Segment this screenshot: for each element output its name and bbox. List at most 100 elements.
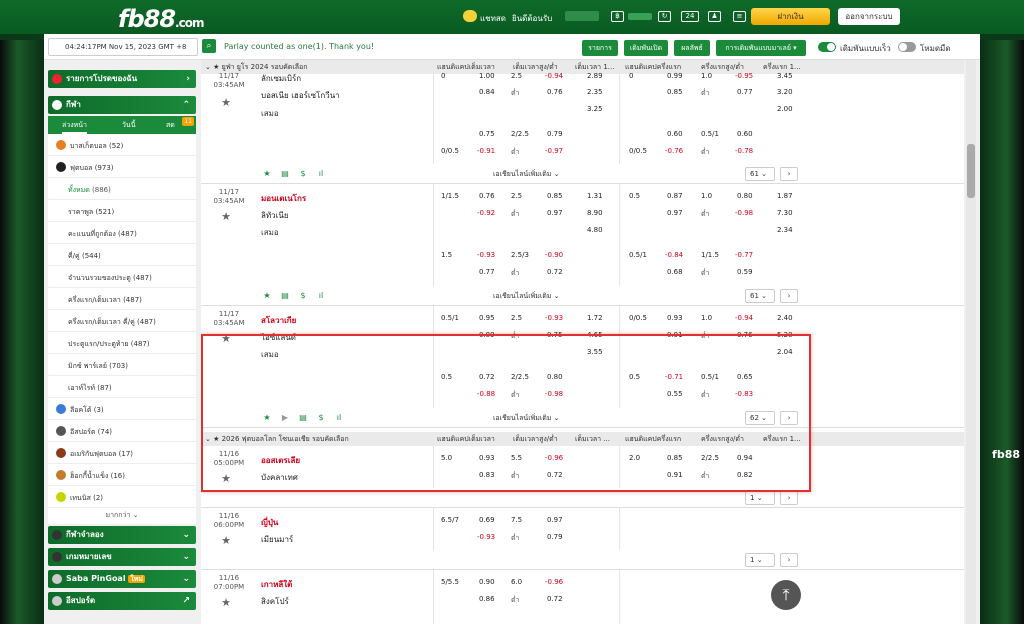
- odds-cell[interactable]: 4.80: [587, 226, 603, 234]
- odds-cell[interactable]: 0.80: [737, 192, 753, 200]
- expand-arrow[interactable]: ›: [780, 491, 798, 505]
- away-team[interactable]: ลิทัวเนีย: [261, 209, 289, 222]
- home-team[interactable]: เกาหลีใต้: [261, 578, 292, 591]
- odds-cell[interactable]: -0.90: [545, 251, 563, 259]
- more-markets-select[interactable]: 61 ⌄: [745, 167, 775, 181]
- odds-cell[interactable]: 0.76: [737, 331, 753, 339]
- odds-cell[interactable]: 0.60: [737, 130, 753, 138]
- tab-early[interactable]: ล่วงหน้า: [62, 116, 87, 134]
- rules-button[interactable]: รายการ: [582, 40, 618, 56]
- wallet-icon[interactable]: ฿: [611, 11, 624, 22]
- odds-cell[interactable]: -0.96: [545, 578, 563, 586]
- odds-cell[interactable]: 0.91: [667, 471, 683, 479]
- favorite-star-icon[interactable]: ★: [219, 332, 233, 345]
- odds-cell[interactable]: 0.75: [479, 130, 495, 138]
- 24h-icon[interactable]: 24: [681, 11, 699, 22]
- odds-cell[interactable]: 0.97: [547, 209, 563, 217]
- home-team[interactable]: ออสเตรเลีย: [261, 454, 300, 467]
- odds-cell[interactable]: 0.77: [479, 268, 495, 276]
- odds-cell[interactable]: 3.45: [777, 72, 793, 80]
- away-team[interactable]: สิงคโปร์: [261, 595, 289, 608]
- odds-cell[interactable]: 4.65: [587, 331, 603, 339]
- odds-cell[interactable]: 0.72: [547, 268, 563, 276]
- home-team[interactable]: สโลวาเกีย: [261, 314, 296, 327]
- home-team[interactable]: ลักเซมเบิร์ก: [261, 72, 301, 85]
- odds-cell[interactable]: 0.97: [547, 516, 563, 524]
- odds-cell[interactable]: 2.34: [777, 226, 793, 234]
- home-team[interactable]: ญี่ปุ่น: [261, 516, 278, 529]
- favorite-star-icon[interactable]: ★: [219, 96, 233, 109]
- sidebar-favorites[interactable]: รายการโปรดของฉัน ›: [48, 70, 196, 88]
- sport-football[interactable]: ฟุตบอล (973): [48, 158, 196, 178]
- odds-cell[interactable]: 3.20: [777, 88, 793, 96]
- away-team[interactable]: บังคลาเทศ: [261, 471, 298, 484]
- chart-icon[interactable]: ıl: [333, 412, 345, 424]
- scrollbar-thumb[interactable]: [967, 144, 975, 198]
- odds-cell[interactable]: -0.84: [665, 251, 683, 259]
- sport-basketball[interactable]: บาสเก็ตบอล (52): [48, 136, 196, 156]
- dark-mode-toggle[interactable]: [898, 42, 916, 52]
- expand-arrow[interactable]: ›: [780, 289, 798, 303]
- odds-cell[interactable]: -0.93: [477, 251, 495, 259]
- odds-cell[interactable]: -0.97: [545, 147, 563, 155]
- league-header[interactable]: ⌄ ★ 2026 ฟุตบอลโลก โซนเอเชีย รอบคัดเลือก…: [201, 432, 964, 446]
- odds-cell[interactable]: 0.91: [667, 331, 683, 339]
- dollar-icon[interactable]: $: [297, 290, 309, 302]
- refresh-icon[interactable]: ↻: [658, 11, 671, 22]
- odds-cell[interactable]: 0.85: [547, 192, 563, 200]
- odds-cell[interactable]: 0.72: [479, 373, 495, 381]
- sport-lotto[interactable]: ลีอคโต้ (3): [48, 400, 196, 420]
- open-bets-button[interactable]: เดิมพันเปิด: [624, 40, 668, 56]
- odds-cell[interactable]: 0.80: [547, 373, 563, 381]
- market-ht-ft-oe[interactable]: ครึ่งแรก/เต็มเวลา คี่/คู่ (487): [48, 312, 196, 332]
- favorite-star-icon[interactable]: ★: [219, 210, 233, 223]
- odds-cell[interactable]: -0.91: [477, 147, 495, 155]
- odds-cell[interactable]: 2.89: [587, 72, 603, 80]
- market-outright[interactable]: เอาท์ไรท์ (87): [48, 378, 196, 398]
- market-odd-even[interactable]: คี่/คู่ (544): [48, 246, 196, 266]
- deposit-button[interactable]: ฝากเงิน: [751, 8, 830, 25]
- sidebar-saba-pingoal[interactable]: Saba PinGoal ใหม่ ⌄: [48, 570, 196, 588]
- odds-cell[interactable]: 0.60: [667, 130, 683, 138]
- home-team[interactable]: มอนเตเนโกร: [261, 192, 306, 205]
- sidebar-esports-link[interactable]: อีสปอร์ต ↗: [48, 592, 196, 610]
- away-team[interactable]: บอสเนีย เฮอร์เซโกวีนา: [261, 89, 340, 102]
- odds-cell[interactable]: -0.94: [735, 314, 753, 322]
- odds-cell[interactable]: 0.89: [479, 331, 495, 339]
- odds-cell[interactable]: 0.68: [667, 268, 683, 276]
- odds-cell[interactable]: -0.92: [477, 209, 495, 217]
- sidebar-virtual-sports[interactable]: กีฬาจำลอง ⌄: [48, 526, 196, 544]
- market-first-last-goal[interactable]: ประตูแรก/ประตูท้าย (487): [48, 334, 196, 354]
- odds-cell[interactable]: -0.77: [735, 251, 753, 259]
- stats-icon[interactable]: ▤: [279, 290, 291, 302]
- logout-button[interactable]: ออกจากระบบ: [838, 8, 900, 25]
- back-to-top-button[interactable]: ⤒: [771, 580, 801, 610]
- play-icon[interactable]: ▶: [279, 412, 291, 424]
- search-icon[interactable]: ⌕: [202, 39, 216, 53]
- odds-cell[interactable]: 0.55: [667, 390, 683, 398]
- expand-arrow[interactable]: ›: [780, 167, 798, 181]
- odds-cell[interactable]: -0.93: [545, 314, 563, 322]
- odds-cell[interactable]: 0.99: [667, 72, 683, 80]
- odds-cell[interactable]: 8.90: [587, 209, 603, 217]
- market-correct-score[interactable]: คะแนนที่ถูกต้อง (487): [48, 224, 196, 244]
- more-markets-select[interactable]: 61 ⌄: [745, 289, 775, 303]
- odds-cell[interactable]: 7.30: [777, 209, 793, 217]
- odds-cell[interactable]: 0.95: [479, 314, 495, 322]
- odds-cell[interactable]: 0.85: [667, 88, 683, 96]
- fast-bet-toggle[interactable]: [818, 42, 836, 52]
- sport-esports[interactable]: อีสปอร์ต (74): [48, 422, 196, 442]
- sidebar-number-game[interactable]: เกมหมายเลข ⌄: [48, 548, 196, 566]
- odds-cell[interactable]: 2.00: [777, 105, 793, 113]
- results-button[interactable]: ผลลัพธ์: [674, 40, 710, 56]
- sport-tennis[interactable]: เทนนิส (2): [48, 488, 196, 508]
- site-logo[interactable]: fb88.com: [118, 5, 204, 33]
- stats-icon[interactable]: ▤: [279, 168, 291, 180]
- dollar-icon[interactable]: $: [315, 412, 327, 424]
- odds-cell[interactable]: 1.72: [587, 314, 603, 322]
- odds-cell[interactable]: -0.78: [735, 147, 753, 155]
- profile-icon[interactable]: ♟: [708, 11, 721, 22]
- odds-cell[interactable]: 0.59: [737, 268, 753, 276]
- tab-live[interactable]: สด: [166, 116, 175, 134]
- market-ht-ft[interactable]: ครึ่งแรก/เต็มเวลา (487): [48, 290, 196, 310]
